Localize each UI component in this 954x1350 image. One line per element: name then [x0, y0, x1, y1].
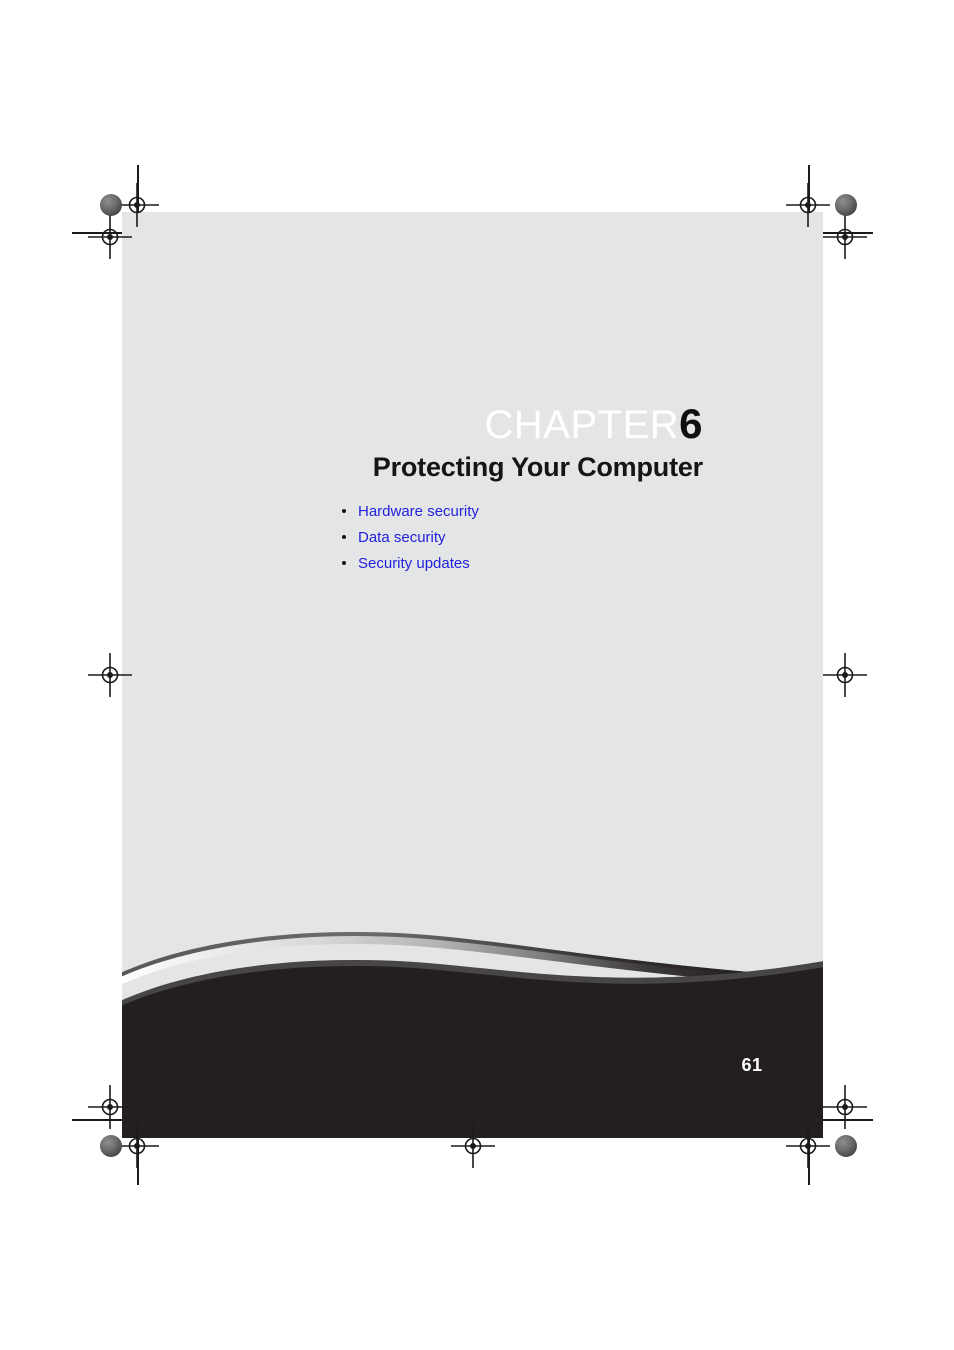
registration-target: [451, 1124, 495, 1168]
registration-target: [786, 1124, 830, 1168]
calibration-dot: [835, 194, 857, 216]
registration-target: [823, 1085, 867, 1129]
list-item[interactable]: Security updates: [340, 554, 479, 573]
page-title: Protecting Your Computer: [372, 452, 703, 482]
registration-target: [88, 1085, 132, 1129]
page-sheet: CHAPTER6 Protecting Your Computer Hardwa…: [122, 212, 823, 1138]
calibration-dot: [100, 1135, 122, 1157]
bullet-dot-icon: [342, 561, 346, 565]
chapter-contents-list: Hardware security Data security Security…: [340, 502, 479, 580]
registration-target: [88, 215, 132, 259]
list-item[interactable]: Hardware security: [340, 502, 479, 521]
calibration-dot: [100, 194, 122, 216]
chapter-eyebrow-word: CHAPTER: [484, 403, 680, 447]
chapter-number: 6: [679, 400, 703, 447]
registration-target: [823, 215, 867, 259]
toc-link-security-updates[interactable]: Security updates: [358, 555, 470, 572]
calibration-dot: [835, 1135, 857, 1157]
bullet-dot-icon: [342, 509, 346, 513]
chapter-eyebrow: CHAPTER6: [122, 400, 703, 448]
toc-link-data-security[interactable]: Data security: [358, 529, 446, 546]
chapter-heading-block: CHAPTER6 Protecting Your Computer: [122, 402, 703, 483]
page-number: 61: [741, 1055, 763, 1075]
registration-target: [823, 653, 867, 697]
registration-target: [88, 653, 132, 697]
list-item[interactable]: Data security: [340, 528, 479, 547]
bullet-dot-icon: [342, 535, 346, 539]
footer-wave-graphic: [122, 931, 823, 1138]
toc-link-hardware-security[interactable]: Hardware security: [358, 503, 479, 520]
